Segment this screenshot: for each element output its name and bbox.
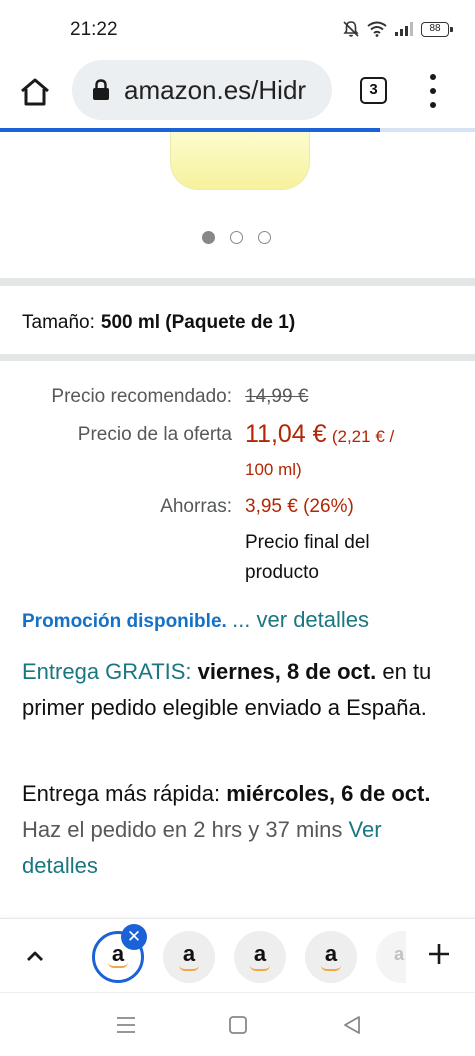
back-triangle-icon[interactable] (340, 1013, 364, 1037)
url-text: amazon.es/Hidr (124, 74, 307, 105)
address-bar[interactable]: amazon.es/Hidr (72, 60, 332, 120)
section-divider (0, 278, 475, 286)
amazon-logo-icon: a (324, 941, 338, 966)
amazon-logo-icon: a (394, 943, 405, 964)
offer-price: 11,04 € (245, 420, 327, 448)
offer-price-block: 11,04 € (2,21 € / (245, 420, 394, 449)
browser-toolbar: amazon.es/Hidr 3 (0, 60, 475, 124)
product-image[interactable] (170, 132, 310, 190)
wifi-icon (367, 21, 387, 37)
chevron-up-icon[interactable] (24, 945, 46, 967)
savings-label: Ahorras: (160, 496, 232, 517)
signal-icon (395, 22, 413, 36)
amazon-smile-icon (179, 965, 199, 971)
order-countdown: Haz el pedido en 2 hrs y 37 mins (22, 817, 343, 842)
more-menu-icon[interactable] (426, 74, 440, 108)
tab-strip: a ✕ a a a a (0, 918, 475, 992)
tab-thumbnail[interactable]: a (163, 931, 215, 983)
section-divider (0, 354, 475, 361)
image-carousel-dots[interactable] (202, 231, 271, 244)
fast-delivery-label: Entrega más rápida: (22, 781, 221, 806)
system-navigation-bar (0, 992, 475, 1056)
free-delivery-date: viernes, 8 de oct. (197, 659, 377, 684)
recommended-price: 14,99 € (245, 386, 309, 407)
unit-price: (2,21 € / (331, 427, 395, 446)
size-label: Tamaño: (22, 312, 95, 333)
status-icons: 88 (343, 20, 453, 38)
size-selector[interactable]: Tamaño: 500 ml (Paquete de 1) (22, 312, 295, 334)
lock-icon (93, 79, 109, 100)
carousel-dot[interactable] (230, 231, 243, 244)
tab-thumbnail-partial[interactable]: a (376, 931, 406, 983)
recents-menu-icon[interactable] (114, 1013, 138, 1037)
free-delivery-info: Entrega GRATIS: viernes, 8 de oct. en tu… (22, 654, 462, 726)
offer-price-label: Precio de la oferta (77, 424, 232, 445)
tab-thumbnail[interactable]: a (305, 931, 357, 983)
size-value: 500 ml (Paquete de 1) (100, 312, 296, 333)
tab-switcher-button[interactable]: 3 (360, 77, 387, 104)
tab-thumbnail-active[interactable]: a ✕ (92, 924, 147, 983)
promotion-details-link[interactable]: ... ver detalles (232, 607, 369, 632)
amazon-smile-icon (250, 965, 270, 971)
savings-value: 3,95 € (26%) (245, 496, 354, 517)
amazon-smile-icon (321, 965, 341, 971)
final-price-note: Precio final del producto (245, 532, 370, 583)
fast-delivery-date: miércoles, 6 de oct. (226, 781, 431, 806)
amazon-smile-icon (108, 962, 128, 968)
promotion-row: Promoción disponible. ... ver detalles (22, 607, 369, 633)
new-tab-plus-icon[interactable] (426, 941, 452, 967)
promotion-text: Promoción disponible. (22, 611, 227, 632)
mute-bell-icon (343, 21, 359, 37)
recommended-price-label: Precio recomendado: (51, 386, 232, 407)
home-square-icon[interactable] (226, 1013, 250, 1037)
home-icon[interactable] (19, 76, 51, 108)
close-tab-icon[interactable]: ✕ (121, 924, 147, 950)
amazon-logo-icon: a (253, 941, 267, 966)
unit-price-continued: 100 ml) (245, 460, 302, 479)
amazon-logo-icon: a (182, 941, 196, 966)
carousel-dot[interactable] (258, 231, 271, 244)
status-time: 21:22 (70, 19, 118, 40)
battery-icon: 88 (421, 21, 453, 37)
status-bar: 21:22 88 (0, 0, 475, 58)
fast-delivery-info: Entrega más rápida: miércoles, 6 de oct.… (22, 776, 462, 884)
free-delivery-label: Entrega GRATIS: (22, 659, 192, 684)
tab-thumbnail[interactable]: a (234, 931, 286, 983)
carousel-dot[interactable] (202, 231, 215, 244)
